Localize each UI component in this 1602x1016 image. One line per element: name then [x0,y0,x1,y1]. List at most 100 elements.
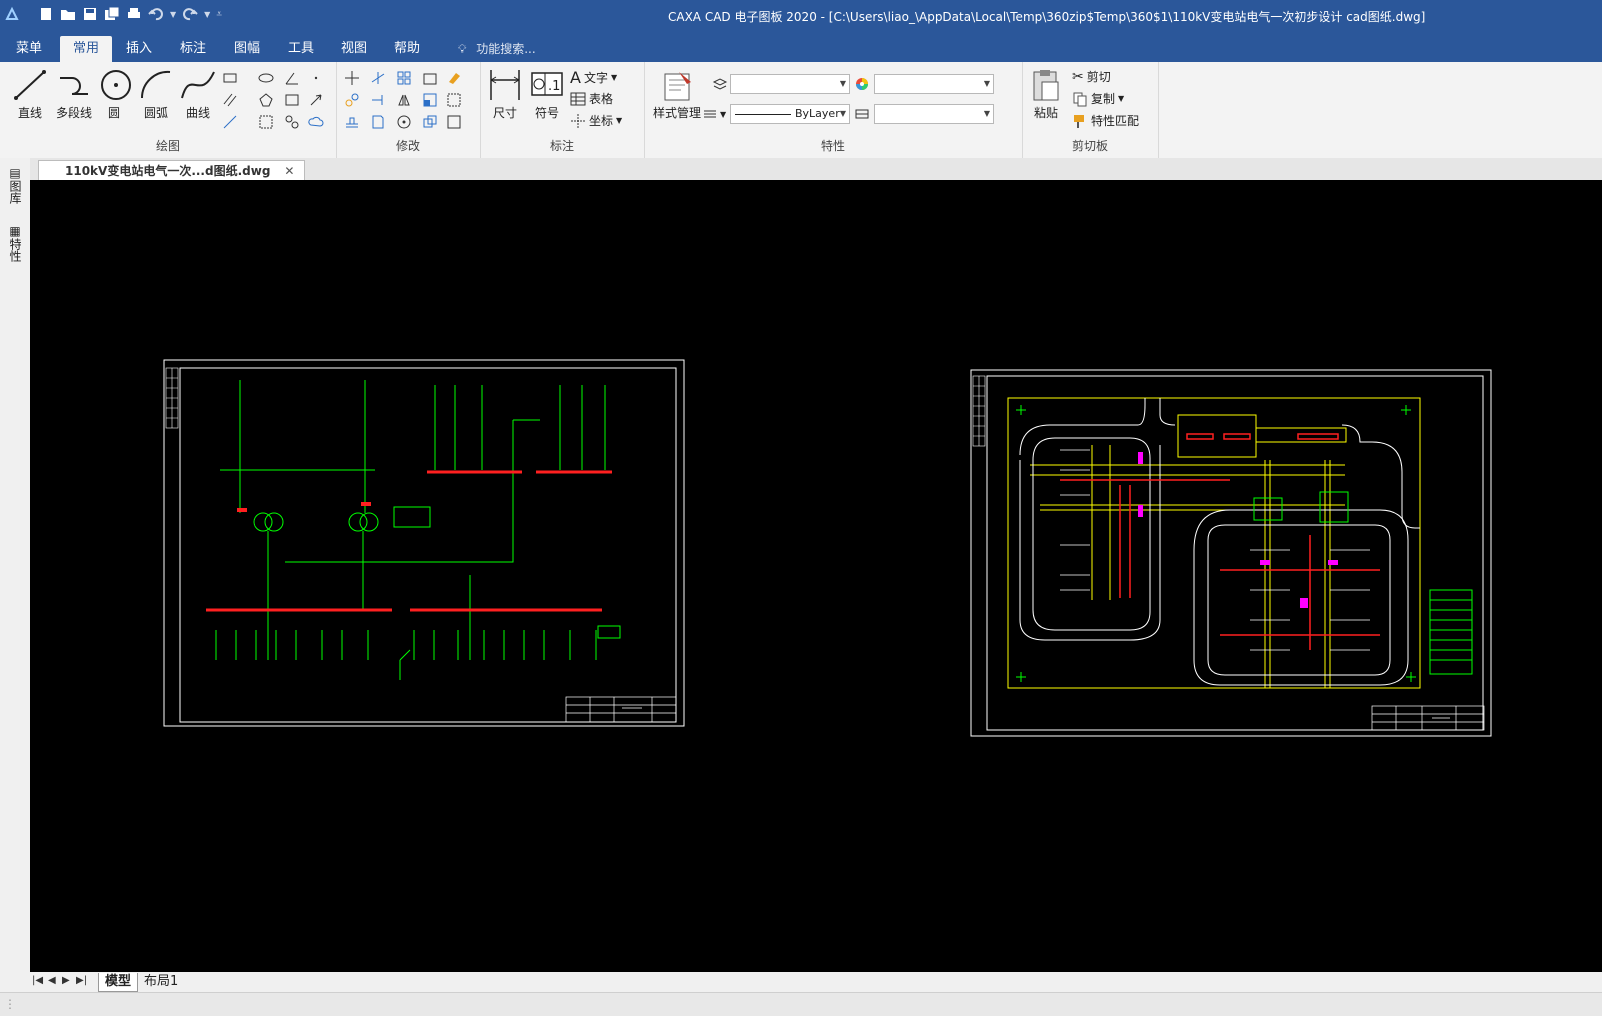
side-tab-library[interactable]: ▤图库 [6,166,24,204]
match-properties-button[interactable]: 特性匹配 [1072,112,1139,129]
break-icon[interactable] [370,114,386,130]
side-tab-properties[interactable]: ▦特性 [6,224,24,262]
angle-line-icon[interactable] [284,70,300,86]
mirror-icon[interactable] [396,92,412,108]
first-layout-icon[interactable]: |◀ [32,975,43,986]
circle-button[interactable]: 圆 [98,68,131,121]
trim-icon[interactable] [370,70,386,86]
text-button[interactable]: A 文字 ▼ [570,68,617,87]
tab-help[interactable]: 帮助 [386,36,428,62]
offset-icon[interactable] [344,114,360,130]
tab-tools[interactable]: 工具 [280,36,322,62]
layer-icon[interactable] [712,76,728,92]
layer-select[interactable]: ▼ [730,74,850,94]
coordinate-icon [571,113,585,128]
cut-label: 剪切 [1086,70,1111,84]
save-icon[interactable] [82,6,98,22]
coordinate-button[interactable]: 坐标 ▼ [570,112,622,129]
lineweight-dropdown-icon[interactable]: ▼ [720,110,726,119]
feature-search-placeholder: 功能搜索... [476,42,536,56]
group-properties-label: 特性 [820,139,845,153]
spline-icon[interactable] [284,92,300,108]
arc-button[interactable]: 圆弧 [138,68,174,121]
lineweight-icon[interactable] [702,106,718,122]
linetype-select[interactable]: ByLayer ▼ [730,104,850,124]
next-layout-icon[interactable]: ▶ [62,975,70,986]
rotate-icon[interactable] [396,114,412,130]
style-manager-button[interactable]: 样式管理 [648,68,706,121]
color-select-arrow-icon: ▼ [983,79,990,88]
color-select[interactable]: ▼ [874,74,994,94]
save-all-icon[interactable] [104,6,120,22]
parallel-line-icon[interactable] [222,92,238,108]
dimension-button[interactable]: 尺寸 [486,68,524,121]
array-icon[interactable] [396,70,412,86]
new-file-icon[interactable] [38,6,54,22]
style-manager-label: 样式管理 [652,106,701,120]
copy-button[interactable]: 复制 ▼ [1072,90,1124,107]
rectangle-icon[interactable] [222,70,238,86]
curve-label: 曲线 [185,106,210,120]
fillet-icon[interactable] [446,114,462,130]
polygon-icon[interactable] [258,92,274,108]
menu-main[interactable]: 菜单 [8,36,50,62]
point-icon[interactable] [308,70,324,86]
tab-annotate[interactable]: 标注 [172,36,214,62]
feature-search[interactable]: 💡︎ 功能搜索... [458,36,536,62]
linestyle-icon[interactable] [854,106,870,122]
app-logo-icon[interactable] [4,6,20,22]
move-icon[interactable] [344,70,360,86]
hatch-icon[interactable] [258,114,274,130]
document-tab[interactable]: 110kV变电站电气一次...d图纸.dwg ✕ [38,160,306,181]
tab-insert[interactable]: 插入 [118,36,160,62]
redo-icon[interactable] [182,6,198,22]
color-wheel-icon[interactable] [854,76,870,92]
group-modify: 修改 [336,62,481,158]
table-label: 表格 [589,92,614,106]
tab-view[interactable]: 视图 [333,36,375,62]
line-icon [14,70,46,100]
tab-common[interactable]: 常用 [60,36,112,62]
chamfer-icon[interactable] [446,92,462,108]
tab-sheet[interactable]: 图幅 [226,36,268,62]
linetype-value: ByLayer [795,107,840,120]
print-icon[interactable] [126,6,142,22]
group-annotate-label: 标注 [549,139,574,153]
eraser-icon[interactable] [446,70,462,86]
sheet-layout-plan[interactable] [970,369,1492,737]
symbol-button[interactable]: .1 符号 [528,68,566,121]
scale-icon[interactable] [422,92,438,108]
undo-dropdown-icon[interactable]: ▼ [170,10,176,19]
line-button[interactable]: 直线 [10,68,50,121]
customize-toolbar-icon[interactable]: ⩡ [216,9,222,20]
arrow-icon[interactable] [308,92,324,108]
tab-model[interactable]: 模型 [98,973,139,992]
layout-tab-bar: |◀ ◀ ▶ ▶| 模型 布局1 [30,972,1602,992]
sheet2-title-block [1371,705,1485,731]
prev-layout-icon[interactable]: ◀ [48,975,56,986]
curve-button[interactable]: 曲线 [180,68,216,121]
open-folder-icon[interactable] [60,6,76,22]
copy-objects-icon[interactable] [344,92,360,108]
ellipse-icon[interactable] [258,70,274,86]
extend-icon[interactable] [370,92,386,108]
cut-button[interactable]: ✂︎ 剪切 [1072,68,1111,85]
block-icon[interactable] [284,114,300,130]
polyline-button[interactable]: 多段线 [52,68,96,121]
drawing-canvas[interactable] [30,180,1602,972]
lineweight-select[interactable]: ▼ [874,104,994,124]
paste-button[interactable]: 粘贴 [1028,68,1064,121]
stretch-icon[interactable] [422,70,438,86]
explode-icon[interactable] [422,114,438,130]
tab-layout1[interactable]: 布局1 [138,973,184,991]
undo-icon[interactable] [148,6,164,22]
construction-line-icon[interactable] [222,114,238,130]
text-dropdown-icon: ▼ [610,73,618,82]
table-button[interactable]: 表格 [570,90,613,107]
redo-dropdown-icon[interactable]: ▼ [204,10,210,19]
last-layout-icon[interactable]: ▶| [76,975,87,986]
sheet-single-line-diagram[interactable] [163,359,685,727]
layer-select-arrow-icon: ▼ [839,79,846,88]
cloud-icon[interactable] [308,114,324,130]
close-tab-icon[interactable]: ✕ [284,164,294,178]
